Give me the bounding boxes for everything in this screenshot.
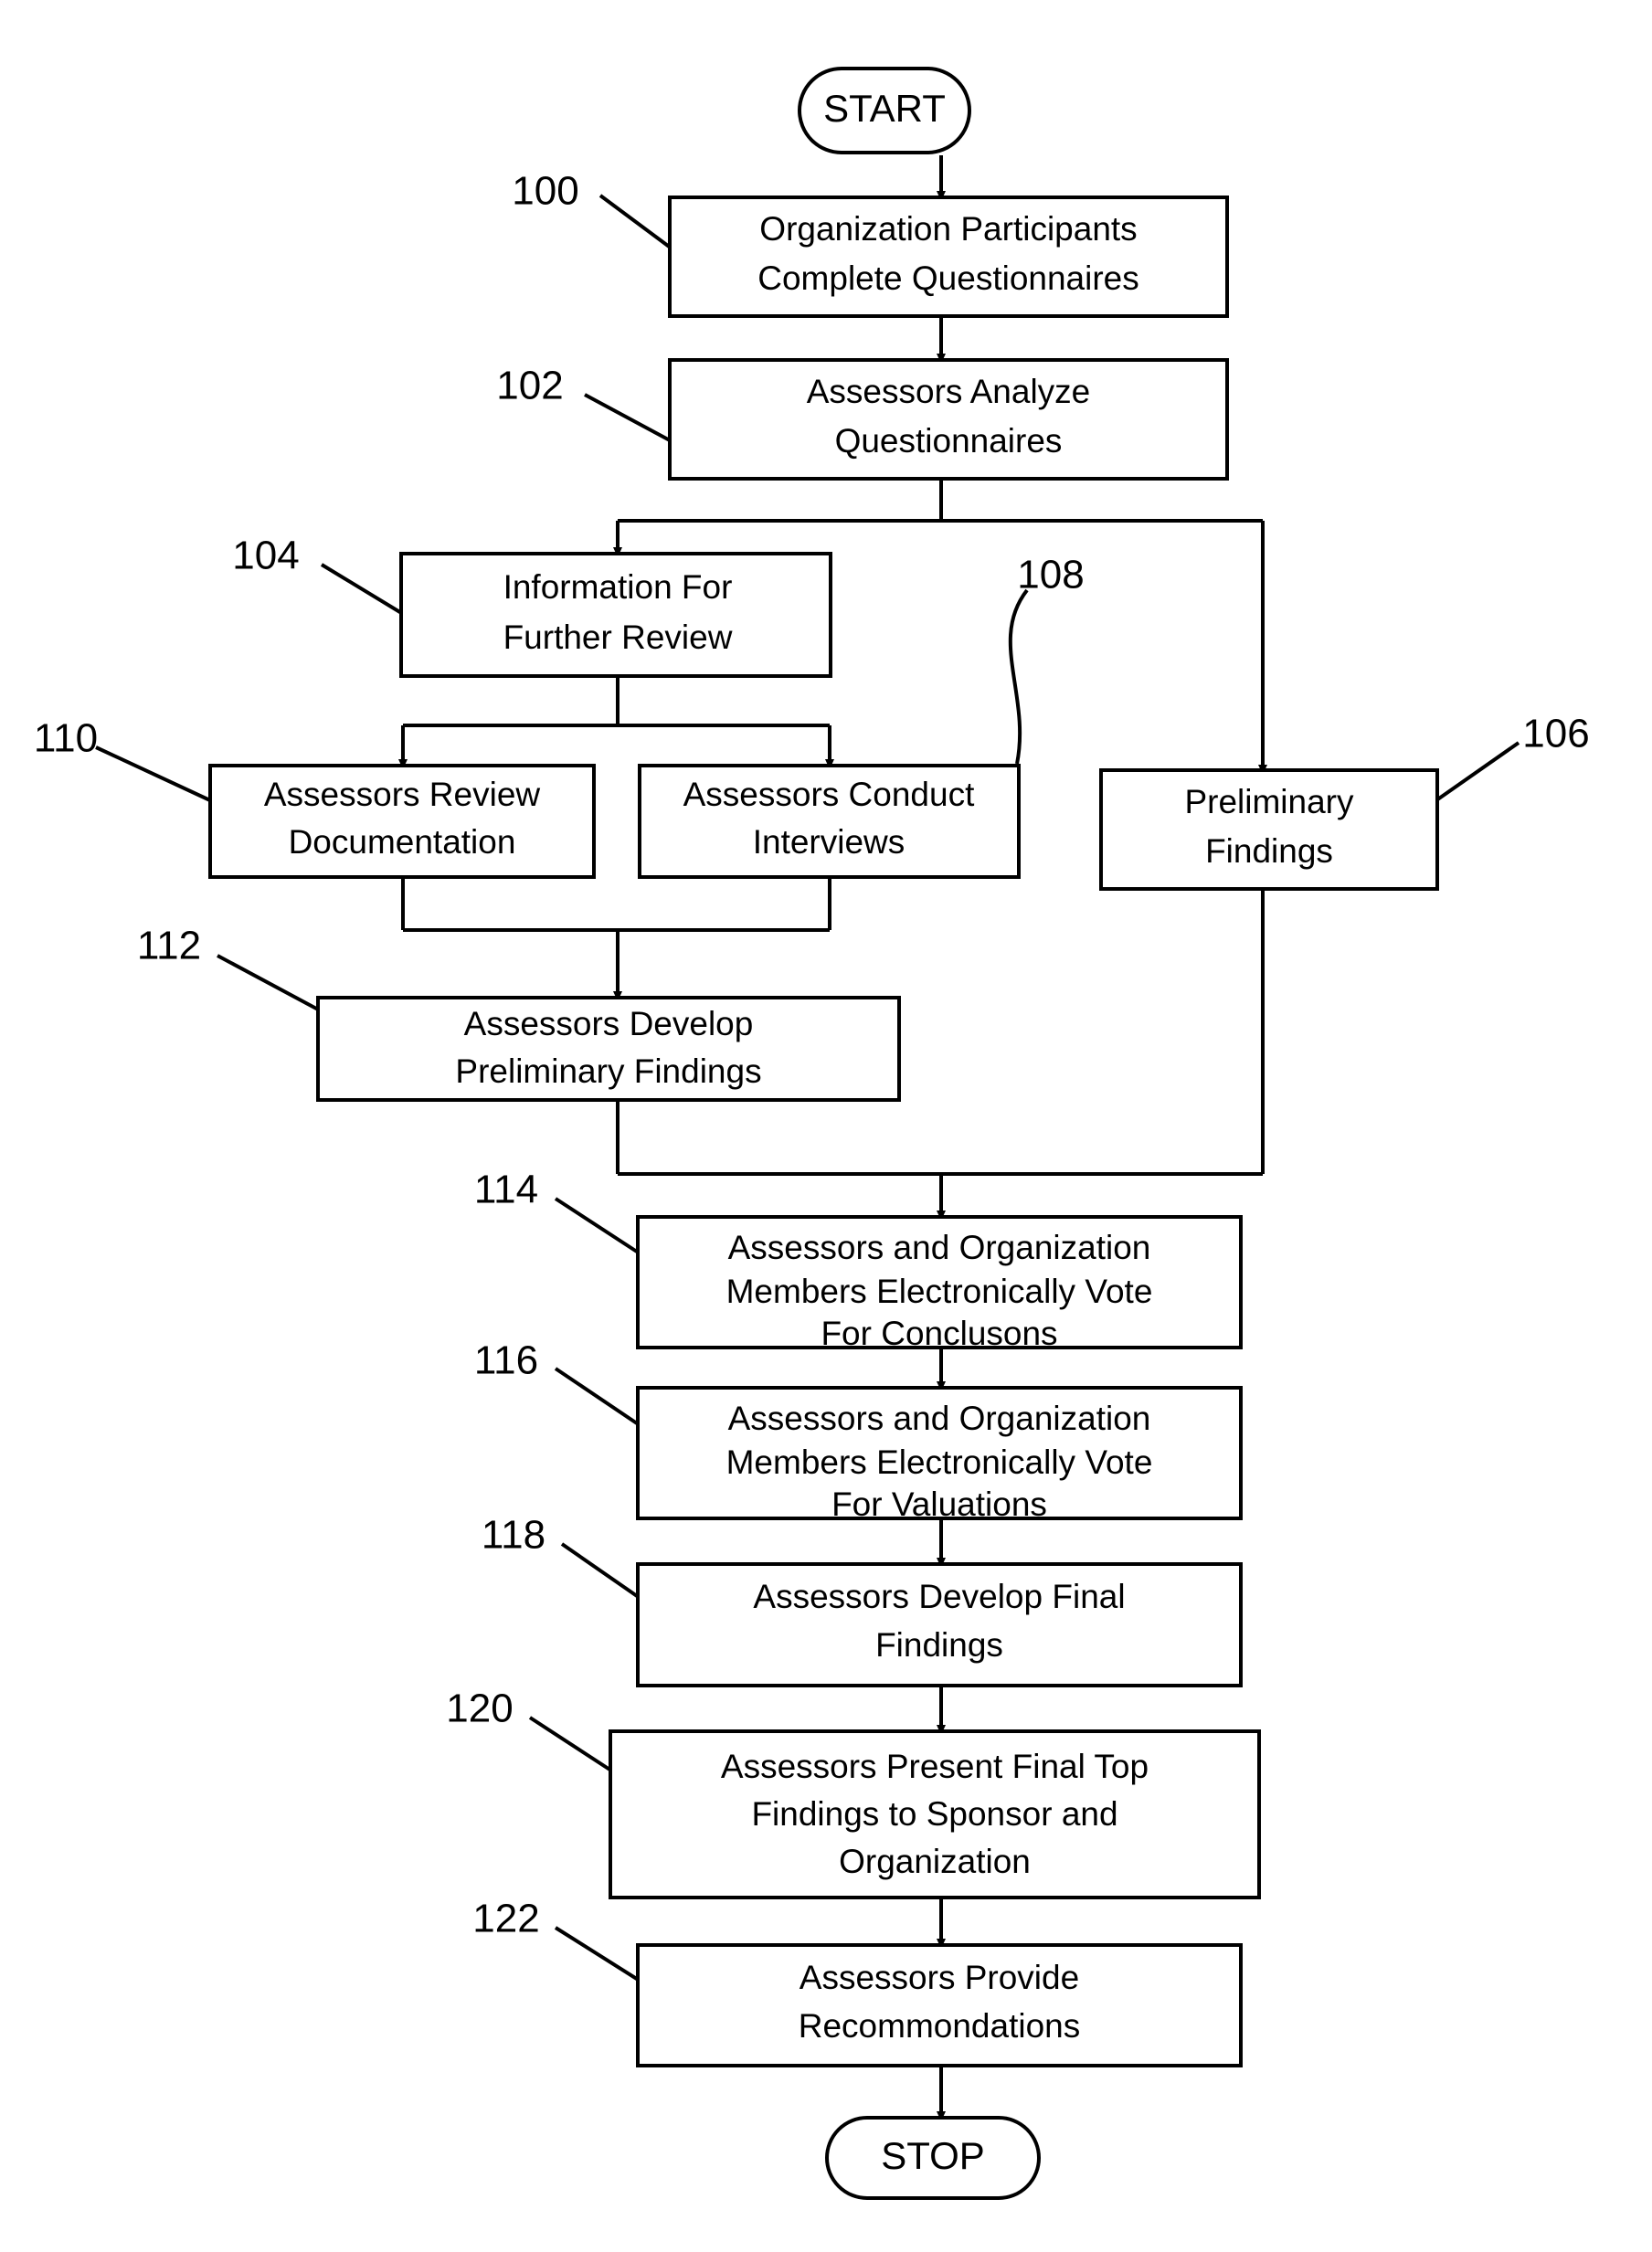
process-node-116-line-3: For Valuations: [831, 1485, 1047, 1523]
process-node-116-line-1: Assessors and Organization: [728, 1400, 1151, 1437]
process-node-108-line-2: Interviews: [753, 823, 905, 861]
process-node-122-line-2: Recommondations: [799, 2007, 1080, 2045]
process-node-100-line-1: Organization Participants: [759, 210, 1137, 248]
process-node-110-line-2: Documentation: [289, 823, 516, 861]
process-node-108-line-1: Assessors Conduct: [683, 776, 975, 813]
process-node-122-line-1: Assessors Provide: [800, 1959, 1079, 1996]
process-node-118-line-1: Assessors Develop Final: [753, 1578, 1125, 1615]
reference-label-108: 108: [1017, 553, 1084, 597]
process-node-112-line-1: Assessors Develop: [464, 1005, 754, 1042]
leader-line-108: [1008, 588, 1029, 765]
leader-line-104: [320, 563, 405, 616]
leader-line-116: [554, 1367, 641, 1427]
process-node-114-line-3: For Conclusons: [821, 1315, 1057, 1352]
reference-label-102: 102: [496, 364, 563, 408]
process-node-112-line-2: Preliminary Findings: [455, 1052, 761, 1090]
reference-label-116: 116: [474, 1338, 538, 1383]
reference-label-120: 120: [446, 1686, 513, 1731]
leader-line-110: [95, 745, 213, 803]
process-node-118-line-2: Findings: [875, 1626, 1003, 1664]
reference-label-110: 110: [34, 716, 98, 761]
leader-line-100: [598, 194, 673, 250]
leader-line-112: [217, 954, 321, 1012]
reference-label-112: 112: [137, 924, 201, 968]
leader-line-114: [554, 1197, 641, 1255]
reference-label-106: 106: [1522, 712, 1589, 756]
flowchart-svg: START Organization Participants Complete…: [34, 67, 1590, 2200]
reference-label-118: 118: [482, 1513, 545, 1558]
process-node-106-line-2: Findings: [1205, 832, 1333, 870]
terminator-start-label: START: [823, 87, 946, 130]
process-node-102-line-2: Questionnaires: [835, 422, 1063, 460]
terminator-stop-label: STOP: [881, 2134, 985, 2177]
process-node-110-line-1: Assessors Review: [264, 776, 541, 813]
flowchart-canvas: START Organization Participants Complete…: [0, 0, 1652, 2252]
leader-line-122: [554, 1926, 641, 1982]
process-node-120-line-1: Assessors Present Final Top: [721, 1748, 1149, 1785]
process-node-120-line-2: Findings to Sponsor and: [751, 1795, 1117, 1833]
leader-line-106: [1435, 741, 1520, 802]
process-node-120-line-3: Organization: [839, 1843, 1031, 1880]
reference-label-100: 100: [512, 169, 578, 214]
reference-label-114: 114: [474, 1168, 538, 1212]
process-node-104-line-2: Further Review: [503, 619, 733, 656]
process-node-102-line-1: Assessors Analyze: [807, 373, 1091, 410]
process-node-104-line-1: Information For: [503, 568, 733, 606]
leader-line-102: [584, 393, 671, 442]
process-node-114-line-1: Assessors and Organization: [728, 1229, 1151, 1266]
leader-line-120: [528, 1716, 616, 1774]
process-node-114-line-2: Members Electronically Vote: [726, 1273, 1153, 1310]
process-node-100-line-2: Complete Questionnaires: [757, 259, 1139, 297]
reference-label-122: 122: [472, 1897, 539, 1941]
process-node-116-line-2: Members Electronically Vote: [726, 1443, 1153, 1481]
reference-label-104: 104: [232, 534, 299, 578]
leader-line-118: [560, 1542, 641, 1600]
process-node-106-line-1: Preliminary: [1184, 783, 1354, 820]
